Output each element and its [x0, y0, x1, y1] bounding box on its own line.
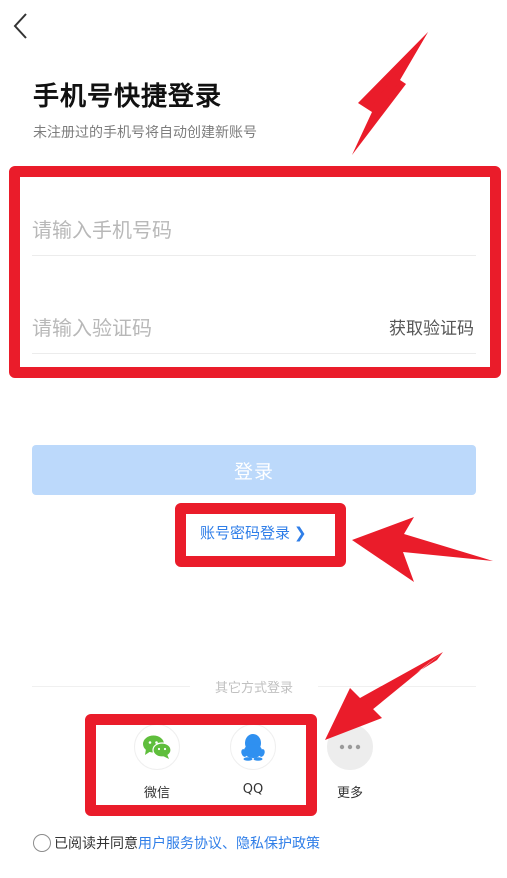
qq-label: QQ: [242, 782, 264, 797]
more-icon-circle: [327, 724, 373, 770]
more-label: 更多: [336, 786, 363, 801]
more-icon: [339, 744, 361, 750]
wechat-label: 微信: [143, 786, 170, 801]
code-input[interactable]: [32, 294, 362, 353]
agreement-prefix: 已阅读并同意: [54, 836, 138, 852]
wechat-login-button[interactable]: 微信: [127, 724, 187, 801]
annotation-arrow-top: [352, 32, 428, 155]
agreement-link[interactable]: 用户服务协议、隐私保护政策: [138, 833, 320, 853]
login-button[interactable]: 登录: [32, 445, 476, 495]
phone-field: [32, 196, 476, 256]
get-code-button[interactable]: 获取验证码: [389, 314, 474, 339]
page-subtitle: 未注册过的手机号将自动创建新账号: [33, 125, 257, 141]
chevron-right-icon: ❯: [294, 524, 307, 542]
divider-left: [32, 686, 190, 687]
divider-right: [318, 686, 476, 687]
agreement-row: 已阅读并同意 用户服务协议、隐私保护政策: [33, 833, 320, 853]
page-title: 手机号快捷登录: [33, 82, 223, 112]
code-field: 获取验证码: [32, 294, 476, 354]
phone-input[interactable]: [32, 196, 476, 255]
back-button[interactable]: [6, 8, 36, 44]
login-button-label: 登录: [233, 460, 274, 483]
wechat-icon-circle: [134, 724, 180, 770]
chevron-left-icon: [13, 13, 27, 39]
password-login-link[interactable]: 账号密码登录 ❯: [200, 522, 307, 543]
annotation-arrow-middle: [352, 517, 493, 582]
password-login-label: 账号密码登录: [200, 524, 291, 542]
more-login-button[interactable]: 更多: [320, 724, 380, 801]
qq-icon-circle: [230, 724, 276, 770]
wechat-icon: [143, 735, 172, 759]
agree-checkbox[interactable]: [33, 834, 51, 852]
other-login-label: 其它方式登录: [214, 681, 293, 696]
qq-icon: [241, 734, 265, 761]
qq-login-button[interactable]: QQ: [223, 724, 283, 797]
